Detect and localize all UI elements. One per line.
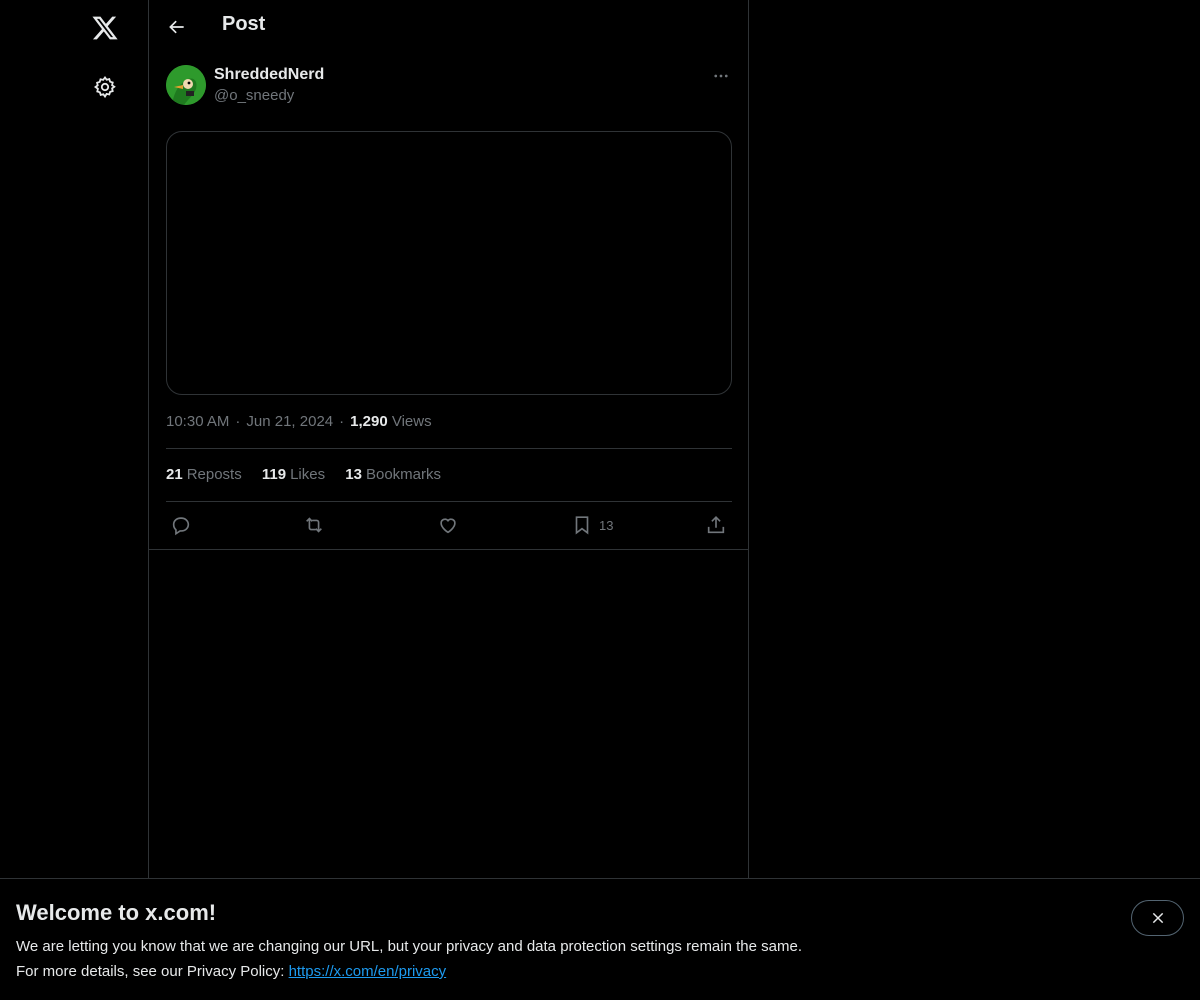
gear-icon[interactable]: [85, 67, 125, 107]
avatar[interactable]: [166, 65, 206, 105]
bookmark-button[interactable]: 13: [571, 514, 613, 536]
divider: [166, 448, 732, 449]
close-icon: [1152, 912, 1163, 924]
close-button[interactable]: [1131, 900, 1184, 936]
page-title: Post: [222, 13, 266, 35]
repost-icon[interactable]: [303, 514, 325, 536]
views-label: Views: [391, 413, 432, 430]
reposts-stat[interactable]: 21 Reposts: [166, 466, 242, 483]
separator-dot: ·: [235, 413, 241, 430]
likes-label: Likes: [290, 466, 326, 483]
welcome-banner: Welcome to x.com! We are letting you kno…: [0, 878, 1200, 1000]
reposts-label: Reposts: [186, 466, 242, 483]
bookmarks-label: Bookmarks: [365, 466, 442, 483]
reply-icon[interactable]: [170, 514, 192, 536]
privacy-policy-link[interactable]: https://x.com/en/privacy: [289, 963, 447, 980]
arrow-left-icon[interactable]: [160, 10, 194, 44]
post-actions: 13: [166, 502, 732, 549]
post-column: Post ShreddedNerd @o_sneedy 10:30 AM · Jun…: [149, 0, 749, 1000]
top-bar: Post: [149, 0, 748, 53]
banner-privacy-line: For more details, see our Privacy Policy…: [16, 963, 446, 980]
left-sidebar: [0, 0, 149, 1000]
author-name[interactable]: ShreddedNerd: [214, 66, 324, 84]
post-date[interactable]: Jun 21, 2024: [246, 413, 333, 430]
bookmarks-count: 13: [345, 466, 362, 483]
bookmarks-stat[interactable]: 13 Bookmarks: [345, 466, 441, 483]
views-count: 1,290: [350, 413, 388, 430]
bookmark-count: 13: [599, 517, 614, 533]
likes-count: 119: [261, 466, 287, 483]
heart-icon[interactable]: [437, 514, 459, 536]
divider: [149, 549, 748, 550]
post-meta: 10:30 AM · Jun 21, 2024 · 1,290 Views: [166, 413, 432, 430]
banner-title: Welcome to x.com!: [16, 900, 217, 925]
more-horizontal-icon[interactable]: [710, 65, 732, 87]
post-time[interactable]: 10:30 AM: [166, 413, 229, 430]
separator-dot: ·: [339, 413, 345, 430]
post-author: ShreddedNerd @o_sneedy: [166, 65, 732, 107]
author-handle[interactable]: @o_sneedy: [214, 87, 294, 104]
post-media[interactable]: [166, 131, 732, 395]
share-icon[interactable]: [705, 514, 727, 536]
x-logo-icon[interactable]: [85, 8, 125, 48]
banner-message: We are letting you know that we are chan…: [16, 938, 802, 955]
engagement-stats: 21 Reposts 119 Likes 13 Bookmarks: [166, 466, 457, 483]
bookmark-icon: [575, 516, 589, 535]
banner-privacy-prefix: For more details, see our Privacy Policy…: [16, 963, 289, 980]
likes-stat[interactable]: 119 Likes: [262, 466, 325, 483]
reposts-count: 21: [166, 466, 183, 483]
